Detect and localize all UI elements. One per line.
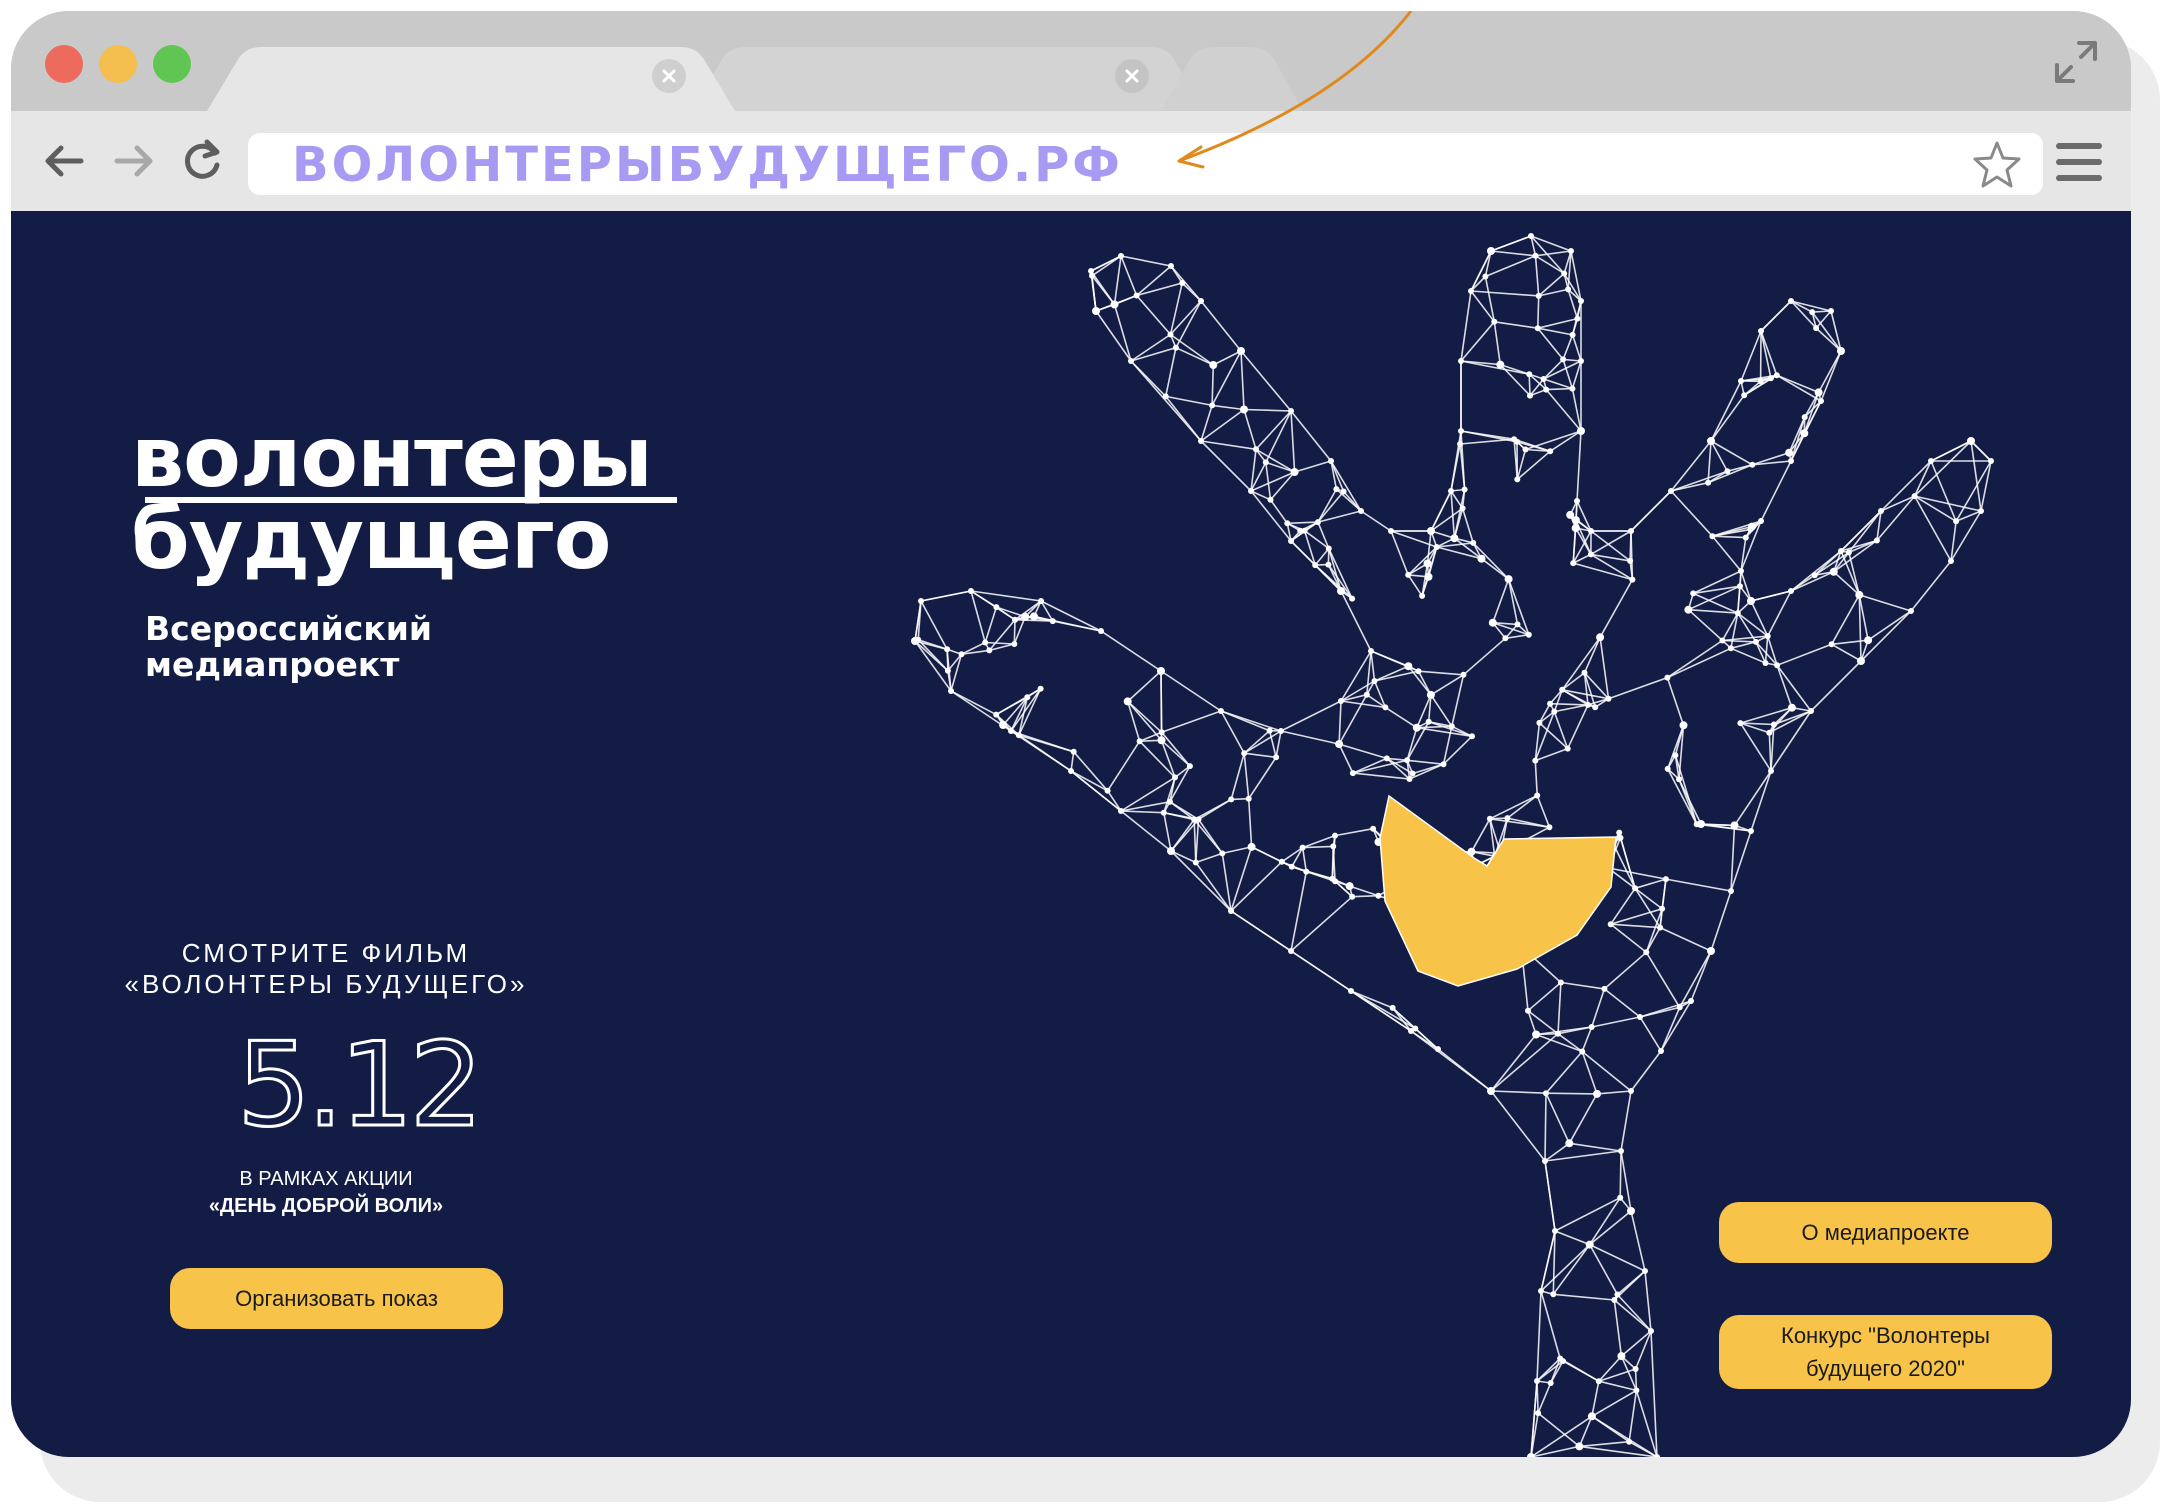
subtitle-line-1: Всероссийский [145, 609, 432, 648]
campaign-info: В РАМКАХ АКЦИИ «ДЕНЬ ДОБРОЙ ВОЛИ» [151, 1166, 501, 1220]
url-text[interactable]: ВОЛОНТЕРЫБУДУЩЕГО.РФ [292, 135, 1123, 195]
tab-close-icon[interactable] [1115, 59, 1149, 93]
reload-icon[interactable] [177, 136, 227, 186]
film-promo-line-1: СМОТРИТЕ ФИЛЬМ [181, 938, 471, 968]
film-promo-line-2: «ВОЛОНТЕРЫ БУДУЩЕГО» [124, 969, 528, 999]
page-content: волонтеры будущего Всероссийский медиапр… [11, 211, 2131, 1457]
organize-screening-button[interactable]: Организовать показ [170, 1268, 503, 1329]
subtitle-line-2: медиапроект [145, 645, 400, 684]
annotation-arrow [1177, 11, 1413, 169]
browser-toolbar: ВОЛОНТЕРЫБУДУЩЕГО.РФ [11, 111, 2131, 211]
film-promo: СМОТРИТЕ ФИЛЬМ «ВОЛОНТЕРЫ БУДУЩЕГО» [91, 938, 561, 1000]
hamburger-menu-icon[interactable] [2056, 141, 2104, 183]
polygon-hand-illustration [911, 233, 1994, 1457]
tab-strip [207, 47, 1303, 111]
star-icon[interactable] [1971, 139, 2023, 191]
tab-bar [11, 11, 2131, 111]
browser-window: ВОЛОНТЕРЫБУДУЩЕГО.РФ волонтеры будущего … [11, 11, 2131, 1457]
arrow-left-icon[interactable] [39, 136, 89, 186]
contest-button[interactable]: Конкурс "Волонтеры будущего 2020" [1719, 1315, 2052, 1389]
address-bar[interactable]: ВОЛОНТЕРЫБУДУЩЕГО.РФ [248, 133, 2043, 195]
premiere-date-text: 5.12 [237, 1021, 473, 1136]
logo-line-2: будущего [131, 490, 610, 588]
arrow-right-icon[interactable] [109, 136, 159, 186]
about-project-button[interactable]: О медиапроекте [1719, 1202, 2052, 1263]
tab-close-icon[interactable] [652, 59, 686, 93]
project-subtitle: Всероссийский медиапроект [145, 611, 545, 683]
campaign-line-2: «ДЕНЬ ДОБРОЙ ВОЛИ» [208, 1195, 444, 1217]
heart-icon [1379, 794, 1617, 987]
premiere-date: 5.12 [236, 1021, 474, 1136]
logo: волонтеры будущего [131, 416, 677, 588]
campaign-line-1: В РАМКАХ АКЦИИ [239, 1168, 413, 1190]
fullscreen-icon[interactable] [2051, 37, 2101, 87]
